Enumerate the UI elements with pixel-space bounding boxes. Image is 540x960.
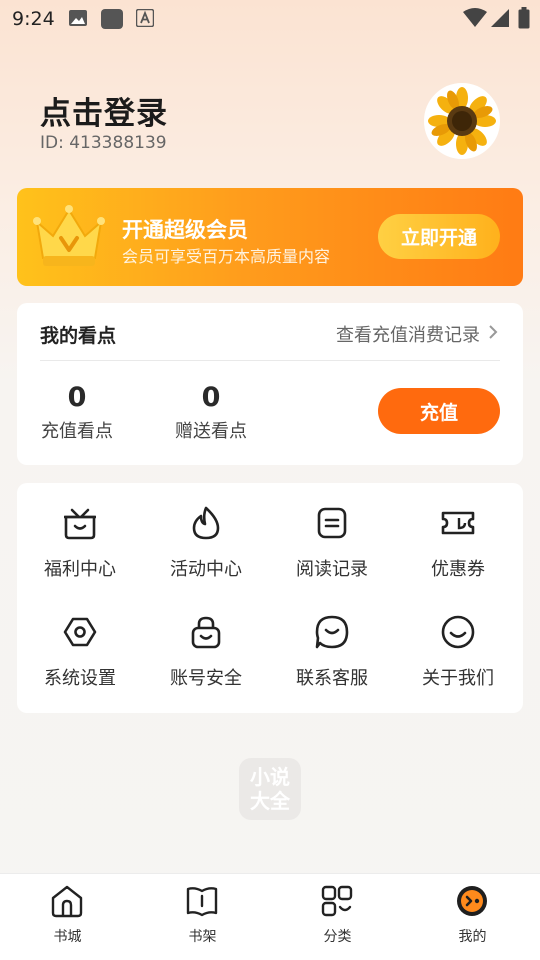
settings-icon xyxy=(62,614,98,650)
menu-item-label: 关于我们 xyxy=(422,668,494,689)
menu-grid: 福利中心 活动中心 阅读记录 优惠券 系统设置 账号安全 联系客服 关于我们 xyxy=(17,483,523,713)
tab-label: 书架 xyxy=(188,929,217,945)
app-square-icon xyxy=(101,9,123,33)
tab-label: 我的 xyxy=(458,929,487,945)
menu-item-label: 活动中心 xyxy=(170,559,242,580)
divider xyxy=(40,360,500,361)
font-a-icon xyxy=(135,8,155,31)
coupon-icon xyxy=(440,505,476,541)
recharged-points-value: 0 xyxy=(67,382,87,413)
tab-bookstore[interactable]: 书城 xyxy=(0,874,135,960)
lock-icon xyxy=(188,614,224,650)
status-time: 9:24 xyxy=(12,8,55,30)
crown-icon xyxy=(31,200,107,278)
avatar[interactable] xyxy=(424,83,500,159)
chevron-right-icon xyxy=(488,324,498,345)
tab-category[interactable]: 分类 xyxy=(270,874,405,960)
login-prompt[interactable]: 点击登录 xyxy=(40,88,168,133)
tab-label: 分类 xyxy=(323,929,352,945)
recharged-points-label: 充值看点 xyxy=(41,421,113,442)
wifi-icon xyxy=(463,8,487,32)
recharge-button[interactable]: 充值 xyxy=(378,388,500,434)
vip-subtitle: 会员可享受百万本高质量内容 xyxy=(122,247,331,266)
category-icon xyxy=(320,884,354,918)
vip-title: 开通超级会员 xyxy=(122,218,248,242)
gift-box-icon xyxy=(62,505,98,541)
status-bar: 9:24 xyxy=(0,0,540,38)
recharged-points: 0 充值看点 xyxy=(17,381,137,443)
menu-item-label: 优惠券 xyxy=(431,559,485,580)
menu-item-about-us[interactable]: 关于我们 xyxy=(398,592,518,689)
menu-item-account-security[interactable]: 账号安全 xyxy=(146,592,266,689)
bookstore-icon xyxy=(50,884,84,918)
menu-item-welfare[interactable]: 福利中心 xyxy=(20,483,140,580)
menu-item-label: 福利中心 xyxy=(44,559,116,580)
profile-face-icon xyxy=(455,884,489,918)
points-card: 我的看点 查看充值消费记录 0 充值看点 0 赠送看点 充值 xyxy=(17,303,523,465)
gifted-points: 0 赠送看点 xyxy=(151,381,271,443)
vip-banner[interactable]: 开通超级会员 会员可享受百万本高质量内容 立即开通 xyxy=(17,188,523,286)
menu-item-coupons[interactable]: 优惠券 xyxy=(398,483,518,580)
tab-label: 书城 xyxy=(53,929,82,945)
signal-icon xyxy=(490,8,510,32)
watermark-line-2: 大全 xyxy=(250,789,290,813)
watermark-line-1: 小说 xyxy=(250,765,290,789)
points-title: 我的看点 xyxy=(40,325,117,347)
sunflower-avatar-icon xyxy=(426,85,498,157)
menu-item-settings[interactable]: 系统设置 xyxy=(20,592,140,689)
tab-mine[interactable]: 我的 xyxy=(405,874,540,960)
menu-item-label: 系统设置 xyxy=(44,668,116,689)
customer-service-icon xyxy=(314,614,350,650)
recharge-records-link[interactable]: 查看充值消费记录 xyxy=(336,321,498,347)
image-icon xyxy=(68,9,88,31)
smile-icon xyxy=(440,614,476,650)
bottom-tab-bar: 书城 书架 分类 我的 xyxy=(0,873,540,960)
menu-item-label: 联系客服 xyxy=(296,668,368,689)
reading-record-icon xyxy=(314,505,350,541)
open-vip-button[interactable]: 立即开通 xyxy=(378,214,500,259)
user-id: ID: 413388139 xyxy=(40,133,167,153)
gifted-points-value: 0 xyxy=(201,382,221,413)
app-logo-watermark: 小说 大全 xyxy=(239,758,301,820)
menu-item-reading-history[interactable]: 阅读记录 xyxy=(272,483,392,580)
flame-icon xyxy=(188,505,224,541)
menu-item-label: 阅读记录 xyxy=(296,559,368,580)
menu-item-activity[interactable]: 活动中心 xyxy=(146,483,266,580)
gifted-points-label: 赠送看点 xyxy=(175,421,247,442)
menu-item-label: 账号安全 xyxy=(170,668,242,689)
menu-item-customer-service[interactable]: 联系客服 xyxy=(272,592,392,689)
battery-icon xyxy=(518,7,530,33)
bookshelf-icon xyxy=(185,884,219,918)
records-link-label: 查看充值消费记录 xyxy=(336,325,480,346)
tab-bookshelf[interactable]: 书架 xyxy=(135,874,270,960)
